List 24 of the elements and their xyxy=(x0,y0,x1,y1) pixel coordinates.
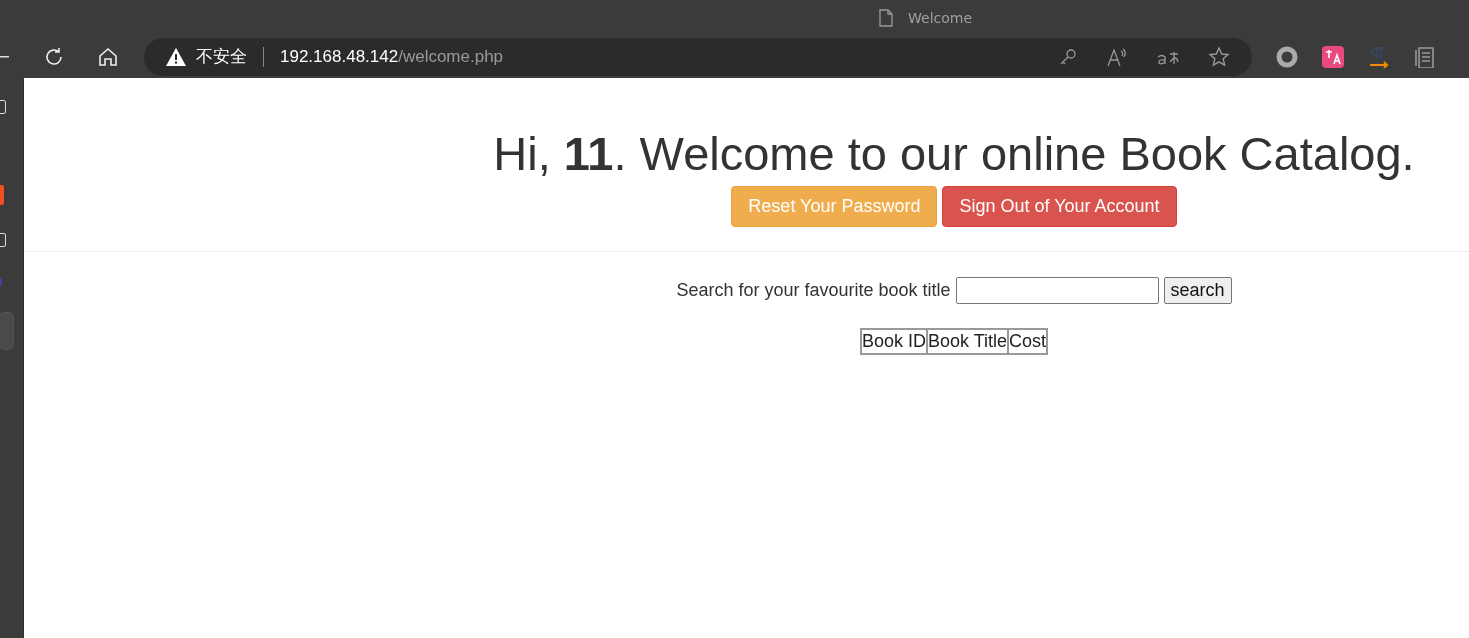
minus-icon xyxy=(0,55,9,58)
circle-icon[interactable] xyxy=(1276,45,1298,68)
column-header: Book ID xyxy=(860,329,927,354)
column-header: Cost xyxy=(1008,329,1048,354)
window-title: Welcome xyxy=(908,9,973,26)
paragraph-arrow-icon[interactable] xyxy=(1368,45,1390,68)
read-aloud-icon[interactable] xyxy=(1106,46,1128,67)
collections-icon[interactable] xyxy=(1414,45,1434,68)
translate-extension-icon[interactable] xyxy=(1322,45,1344,68)
page-heading: Hi, 11. Welcome to our online Book Catalog. xyxy=(493,126,1415,182)
search-label: Search for your favourite book title xyxy=(676,280,951,301)
search-field[interactable] xyxy=(955,277,1159,304)
star-icon[interactable] xyxy=(1208,45,1230,68)
search-button[interactable]: search xyxy=(1163,277,1232,304)
refresh-icon[interactable] xyxy=(43,45,65,68)
column-header: Book Title xyxy=(927,329,1009,354)
security-label: 不安全 xyxy=(196,45,247,68)
home-icon[interactable] xyxy=(97,45,119,68)
sign-out-button[interactable]: Sign Out of Your Account xyxy=(942,186,1177,227)
url-text: 192.168.48.142/welcome.php xyxy=(280,46,504,67)
document-icon xyxy=(879,8,893,27)
key-icon[interactable] xyxy=(1058,46,1078,67)
warning-icon xyxy=(166,47,186,66)
address-bar[interactable]: 不安全 192.168.48.142/welcome.php xyxy=(144,37,1252,76)
